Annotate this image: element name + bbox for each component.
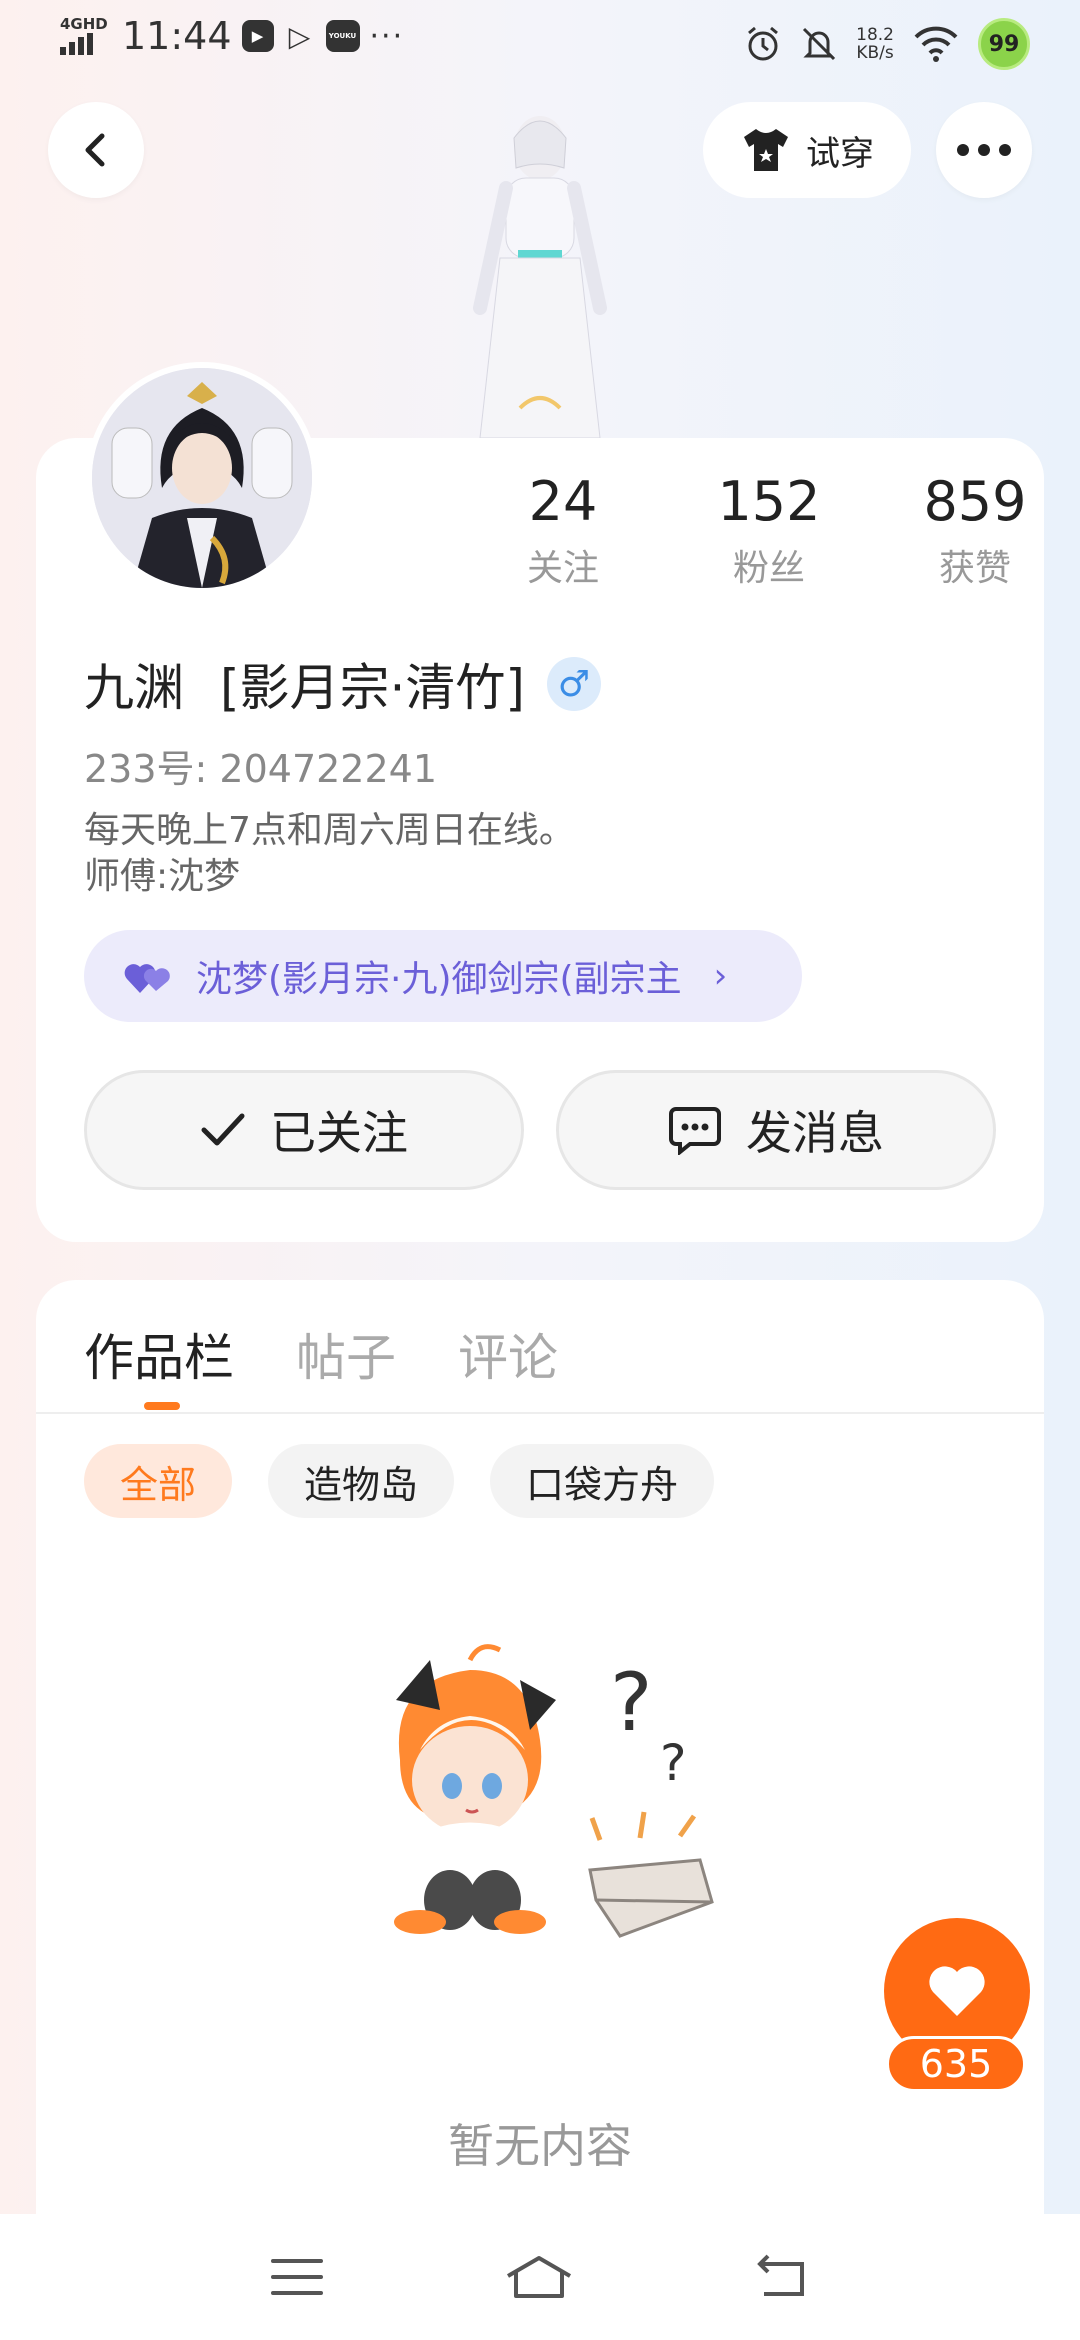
bio-line-1: 每天晚上7点和周六周日在线。 <box>84 810 575 851</box>
following-button[interactable]: 已关注 <box>84 1070 524 1190</box>
mute-icon <box>803 27 836 61</box>
heart-icon <box>929 1966 985 2016</box>
empty-state-illustration: ? ? <box>394 1644 714 1938</box>
stat-followers-value: 152 <box>717 470 821 533</box>
svg-text:?: ? <box>660 1734 687 1792</box>
try-on-label: 试穿 <box>806 133 874 174</box>
stat-likes-value: 859 <box>923 470 1027 533</box>
stat-followers[interactable]: 152 粉丝 <box>666 470 872 591</box>
send-message-button[interactable]: 发消息 <box>556 1070 996 1190</box>
network-label: 4GHD <box>60 15 108 33</box>
try-on-button[interactable]: 试穿 <box>703 102 911 198</box>
back-button[interactable] <box>48 102 144 198</box>
tabs-divider <box>36 1412 1044 1414</box>
avatar[interactable] <box>86 362 318 594</box>
stats-row: 24 关注 152 粉丝 859 获赞 <box>460 470 1078 591</box>
network-indicator: 4GHD <box>60 17 108 55</box>
youku-icon: YOUKU <box>325 20 360 52</box>
avatar-image <box>92 368 312 588</box>
signal-icon <box>60 33 108 55</box>
chevron-left-icon <box>85 133 105 167</box>
status-bar: 4GHD 11:44 ▶ ▷ YOUKU ··· 18.2 KB/s 99 <box>0 0 1080 84</box>
character-3d-avatar[interactable] <box>440 108 640 438</box>
stat-followers-label: 粉丝 <box>732 548 805 589</box>
filter-pocket-ark[interactable]: 口袋方舟 <box>490 1444 715 1518</box>
svg-text:?: ? <box>610 1656 652 1749</box>
status-right: 18.2 KB/s 99 <box>744 18 1030 70</box>
back-nav-icon[interactable] <box>754 2254 810 2300</box>
filter-all[interactable]: 全部 <box>84 1444 233 1518</box>
menu-icon[interactable] <box>270 2257 324 2297</box>
relationship-chip[interactable]: 沈梦(影月宗·九)御剑宗(副宗主 › <box>84 930 802 1022</box>
tab-comments[interactable]: 评论 <box>458 1318 558 1408</box>
alarm-icon <box>748 26 779 61</box>
wifi-icon <box>914 26 958 62</box>
user-title: [影月宗·清竹] <box>220 659 525 717</box>
play-icon: ▶ <box>241 20 274 52</box>
shirt-icon <box>744 129 788 171</box>
filter-creation-island[interactable]: 造物岛 <box>268 1444 455 1518</box>
battery-icon: 99 <box>978 18 1030 70</box>
stat-following-label: 关注 <box>526 548 599 589</box>
user-name: 九渊 <box>84 659 184 717</box>
stat-following-value: 24 <box>528 470 598 533</box>
stat-likes[interactable]: 859 获赞 <box>872 470 1078 591</box>
relationship-label: 沈梦(影月宗·九)御剑宗(副宗主 <box>196 959 682 1000</box>
system-nav-bar <box>0 2214 1080 2340</box>
chevron-right-icon: › <box>713 956 728 996</box>
more-notifications-icon: ··· <box>369 18 405 54</box>
content-tabs: 作品栏 帖子 评论 <box>48 1318 558 1408</box>
active-tab-indicator <box>144 1402 180 1410</box>
name-row: 九渊 [影月宗·清竹] ♂ <box>84 648 601 720</box>
user-bio: 每天晚上7点和周六周日在线。 师傅:沈梦 <box>84 808 575 900</box>
send-message-label: 发消息 <box>746 1106 884 1160</box>
speed-value: 18.2 <box>856 25 894 45</box>
user-id: 233号: 204722241 <box>84 747 438 791</box>
more-dots-icon <box>957 144 1011 156</box>
stat-likes-label: 获赞 <box>938 548 1011 589</box>
chat-bubble-icon <box>669 1107 721 1155</box>
empty-state-text: 暂无内容 <box>448 2119 632 2173</box>
male-icon: ♂ <box>546 657 601 711</box>
bio-line-2: 师傅:沈梦 <box>84 856 241 897</box>
check-icon <box>201 1113 245 1146</box>
filter-chips: 全部 造物岛 口袋方舟 <box>84 1444 715 1518</box>
network-speed: 18.2 KB/s <box>856 26 894 62</box>
tab-posts[interactable]: 帖子 <box>296 1318 396 1408</box>
tab-works[interactable]: 作品栏 <box>84 1318 234 1408</box>
more-options-button[interactable] <box>936 102 1032 198</box>
like-count: 635 <box>886 2036 1026 2092</box>
video-icon: ▷ <box>288 19 311 53</box>
home-icon[interactable] <box>504 2254 574 2300</box>
status-left: 4GHD 11:44 ▶ ▷ YOUKU ··· <box>60 14 404 58</box>
double-heart-icon <box>124 964 170 993</box>
avatar-illustration <box>92 368 312 588</box>
stat-following[interactable]: 24 关注 <box>460 470 666 591</box>
status-time: 11:44 <box>122 14 232 58</box>
following-label: 已关注 <box>270 1106 408 1160</box>
speed-unit: KB/s <box>856 43 894 63</box>
